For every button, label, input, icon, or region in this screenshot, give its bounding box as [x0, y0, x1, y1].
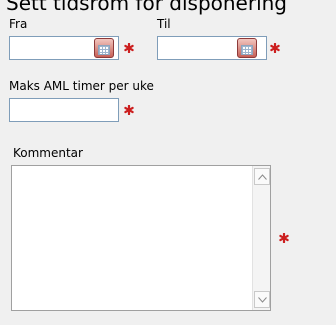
- scroll-down-icon: [258, 297, 267, 303]
- required-asterisk-icon: [124, 43, 134, 53]
- calendar-icon: [241, 45, 253, 55]
- to-calendar-button[interactable]: [237, 38, 257, 58]
- comment-textarea[interactable]: [11, 165, 271, 311]
- from-calendar-button[interactable]: [94, 38, 114, 58]
- form-heading: Sett tidsrom for disponering: [6, 0, 288, 15]
- required-asterisk-icon: [124, 105, 134, 115]
- calendar-icon: [98, 45, 110, 55]
- required-asterisk-icon: [279, 233, 289, 243]
- max-hours-input[interactable]: [9, 98, 119, 122]
- required-asterisk-icon: [270, 43, 280, 53]
- scroll-up-icon: [258, 174, 267, 180]
- comment-label: Kommentar: [13, 146, 83, 160]
- from-label: Fra: [9, 17, 28, 31]
- to-label: Til: [157, 17, 171, 31]
- max-hours-label: Maks AML timer per uke: [9, 79, 154, 93]
- comment-scrollbar[interactable]: [252, 166, 270, 310]
- scroll-down-button[interactable]: [254, 291, 270, 308]
- scroll-up-button[interactable]: [254, 168, 270, 185]
